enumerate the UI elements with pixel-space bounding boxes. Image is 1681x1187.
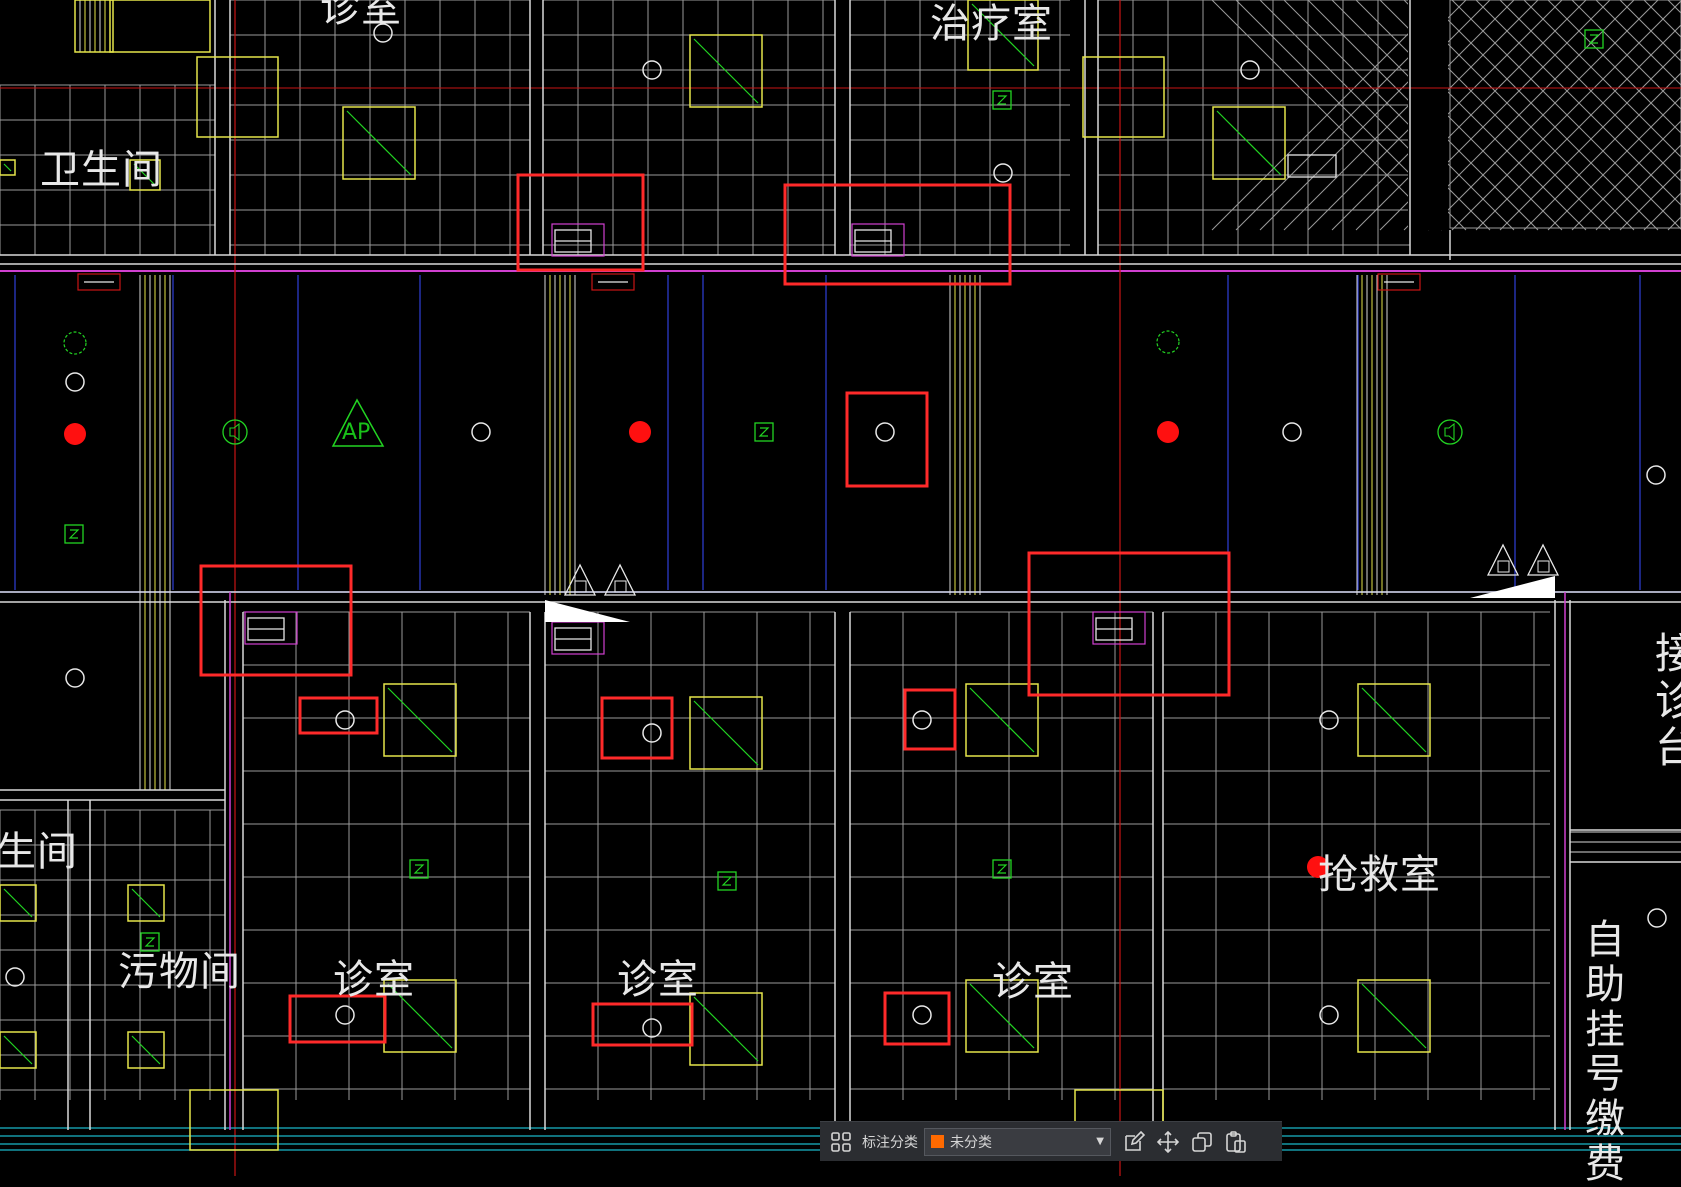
room-label-clinic-1: 诊室 — [333, 957, 415, 1003]
category-select-value: 未分类 — [950, 1134, 992, 1151]
grid-view-icon[interactable] — [824, 1125, 858, 1159]
room-label-clinic-2: 诊室 — [617, 957, 699, 1003]
room-label-self-service: 自助挂号缴费 — [1585, 917, 1626, 1187]
room-label-bathroom-top: 卫生间 — [40, 147, 163, 193]
room-label-clinic-3: 诊室 — [992, 959, 1074, 1005]
smoke-detector — [64, 423, 86, 445]
room-label-bathroom-left: 生间 — [0, 829, 78, 875]
room-label-rescue: 抢救室 — [1318, 852, 1441, 898]
annotation-toolbar: 标注分类 未分类 ▼ — [820, 1121, 1282, 1161]
category-color-swatch — [931, 1135, 944, 1148]
room-label-reception: 接诊台 — [1655, 629, 1681, 773]
room-label-top-left: 诊室 — [320, 0, 402, 31]
smoke-detector — [1157, 421, 1179, 443]
move-icon[interactable] — [1151, 1125, 1185, 1159]
category-select[interactable]: 未分类 ▼ — [924, 1127, 1111, 1156]
ap-label: AP — [342, 420, 371, 445]
copy-icon[interactable] — [1185, 1125, 1219, 1159]
room-label-dirty-room: 污物间 — [118, 949, 241, 995]
room-label-treatment: 治疗室 — [930, 1, 1053, 47]
edit-icon[interactable] — [1117, 1125, 1151, 1159]
annotation-category-label: 标注分类 — [862, 1134, 918, 1151]
chevron-down-icon: ▼ — [1096, 1136, 1104, 1147]
cad-drawing-canvas[interactable] — [0, 0, 1681, 1176]
smoke-detector — [629, 421, 651, 443]
paste-icon[interactable] — [1219, 1125, 1253, 1159]
